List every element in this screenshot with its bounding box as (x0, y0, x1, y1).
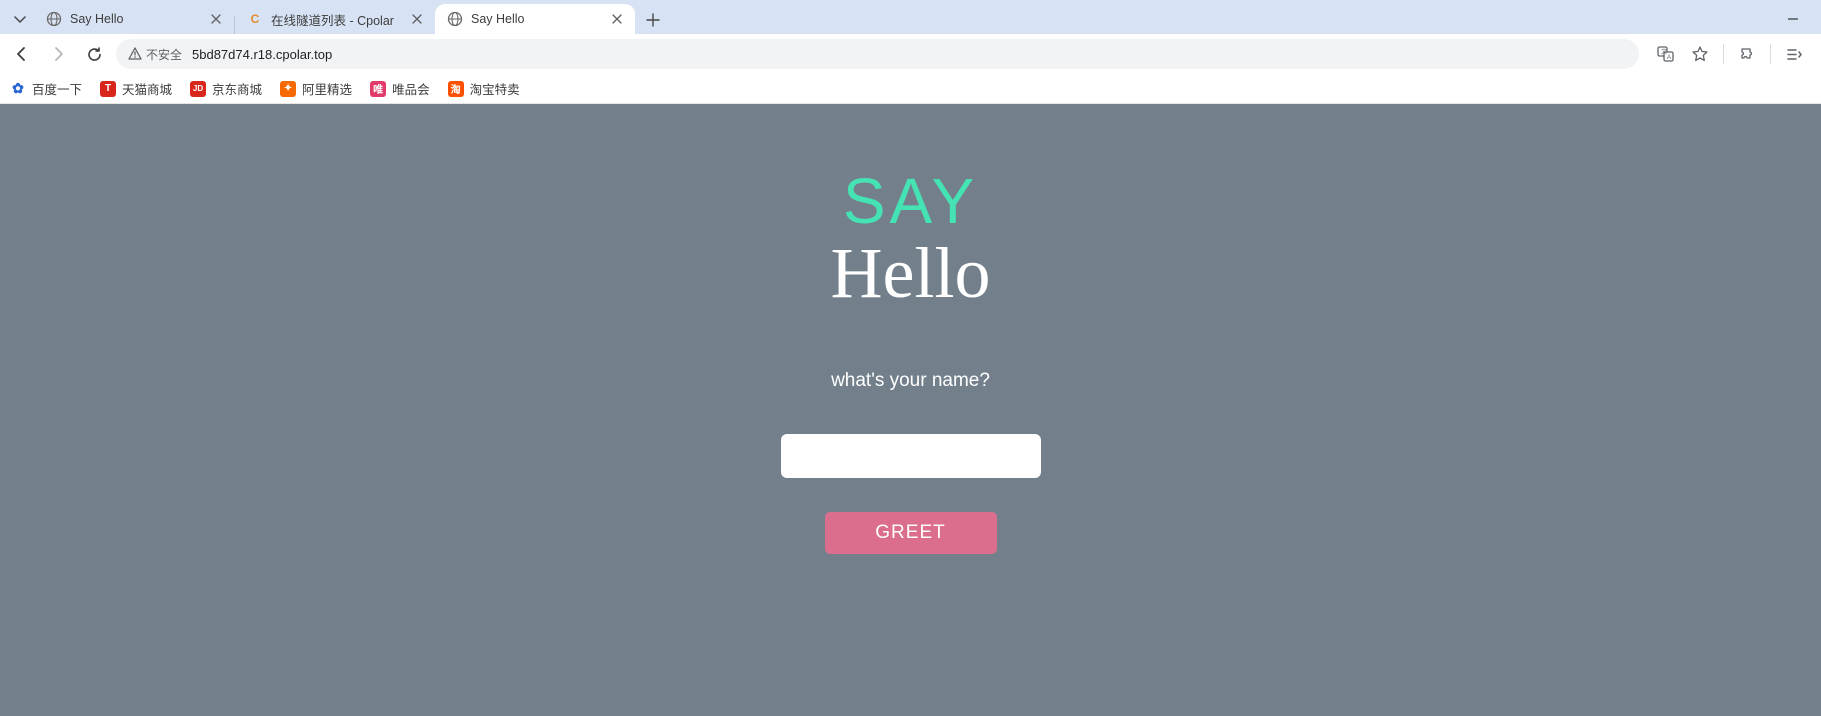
greet-button[interactable]: GREET (825, 512, 997, 554)
extensions-button[interactable] (1732, 39, 1762, 69)
bookmarks-bar: ✿ 百度一下 T 天猫商城 JD 京东商城 ✦ 阿里精选 唯 唯品会 淘 淘宝特… (0, 74, 1821, 104)
toolbar: 不安全 5bd87d74.r18.cpolar.top 文A (0, 34, 1821, 74)
toolbar-right: 文A (1647, 39, 1813, 69)
tab-say-hello-1[interactable]: Say Hello (34, 4, 234, 34)
heading-hello: Hello (831, 232, 991, 315)
back-button[interactable] (8, 40, 36, 68)
puzzle-icon (1739, 46, 1756, 63)
bookmark-label: 唯品会 (392, 79, 430, 98)
close-icon[interactable] (609, 11, 625, 27)
tab-title: Say Hello (70, 12, 202, 26)
page-content: SAY Hello what's your name? GREET (0, 104, 1821, 716)
name-input[interactable] (781, 434, 1041, 478)
new-tab-button[interactable] (639, 6, 667, 34)
bookmark-ali[interactable]: ✦ 阿里精选 (280, 79, 352, 98)
star-icon (1691, 45, 1709, 63)
tab-search-dropdown[interactable] (6, 6, 34, 34)
reload-icon (86, 46, 103, 63)
bookmark-button[interactable] (1685, 39, 1715, 69)
arrow-right-icon (49, 45, 67, 63)
bookmark-label: 百度一下 (32, 79, 82, 98)
bookmark-taobao[interactable]: 淘 淘宝特卖 (448, 79, 520, 98)
baidu-icon: ✿ (10, 81, 26, 97)
minimize-icon (1787, 13, 1799, 25)
arrow-left-icon (13, 45, 31, 63)
bookmark-label: 京东商城 (212, 79, 262, 98)
bookmark-tmall[interactable]: T 天猫商城 (100, 79, 172, 98)
close-icon[interactable] (208, 11, 224, 27)
tmall-icon: T (100, 81, 116, 97)
bookmark-vip[interactable]: 唯 唯品会 (370, 79, 430, 98)
vip-icon: 唯 (370, 81, 386, 97)
taobao-icon: 淘 (448, 81, 464, 97)
warning-icon (128, 47, 142, 61)
reload-button[interactable] (80, 40, 108, 68)
ali-icon: ✦ (280, 81, 296, 97)
security-label: 不安全 (146, 46, 182, 63)
jd-icon: JD (190, 81, 206, 97)
url-text: 5bd87d74.r18.cpolar.top (192, 47, 332, 62)
bookmark-baidu[interactable]: ✿ 百度一下 (10, 79, 82, 98)
translate-button[interactable]: 文A (1651, 39, 1681, 69)
tab-title: 在线隧道列表 - Cpolar (271, 10, 403, 29)
separator (1723, 44, 1724, 64)
heading-say: SAY (843, 164, 978, 238)
letter-c-icon: C (247, 11, 263, 27)
minimize-button[interactable] (1773, 4, 1813, 34)
window-controls (1773, 4, 1821, 34)
translate-icon: 文A (1657, 45, 1675, 63)
chevron-down-icon (14, 14, 26, 26)
address-bar[interactable]: 不安全 5bd87d74.r18.cpolar.top (116, 39, 1639, 69)
security-indicator[interactable]: 不安全 (128, 46, 182, 63)
bookmark-label: 天猫商城 (122, 79, 172, 98)
side-panel-icon (1786, 46, 1803, 63)
bookmark-label: 淘宝特卖 (470, 79, 520, 98)
bookmark-label: 阿里精选 (302, 79, 352, 98)
globe-icon (447, 11, 463, 27)
plus-icon (646, 13, 660, 27)
tab-strip: Say Hello C 在线隧道列表 - Cpolar Say Hello (0, 0, 1821, 34)
forward-button[interactable] (44, 40, 72, 68)
globe-icon (46, 11, 62, 27)
close-icon[interactable] (409, 11, 425, 27)
bookmark-jd[interactable]: JD 京东商城 (190, 79, 262, 98)
svg-text:A: A (1667, 55, 1671, 61)
tab-cpolar[interactable]: C 在线隧道列表 - Cpolar (235, 4, 435, 34)
separator (1770, 44, 1771, 64)
reading-list-button[interactable] (1779, 39, 1809, 69)
prompt-text: what's your name? (831, 370, 990, 392)
tab-say-hello-active[interactable]: Say Hello (435, 4, 635, 34)
tab-title: Say Hello (471, 12, 603, 26)
